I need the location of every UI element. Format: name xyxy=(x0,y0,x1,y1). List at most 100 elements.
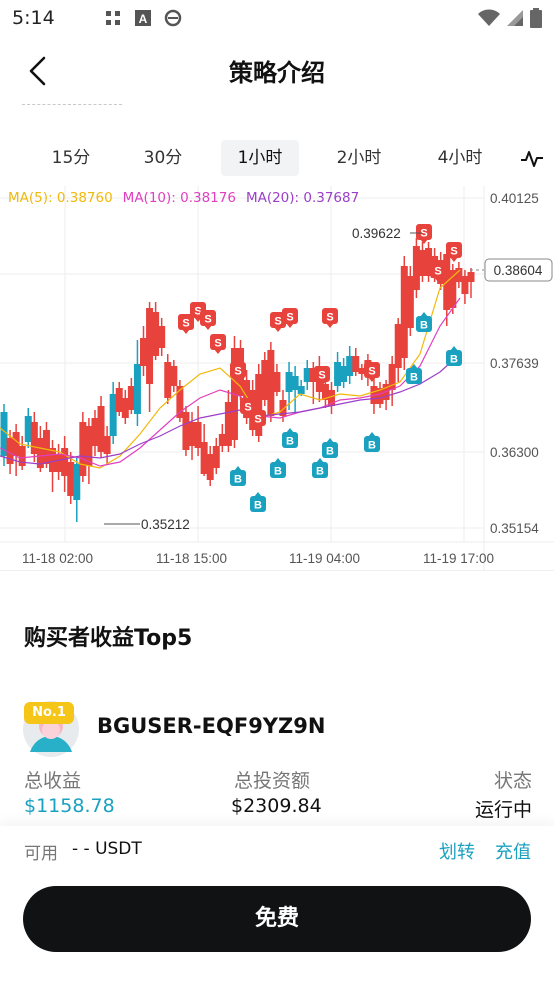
username: BGUSER-EQF9YZ9N xyxy=(97,714,326,738)
tab-15m[interactable]: 15分 xyxy=(40,140,102,176)
svg-text:B: B xyxy=(274,466,282,478)
candle-body xyxy=(73,464,81,500)
candle-body xyxy=(158,326,166,348)
system-icons xyxy=(478,8,542,28)
svg-text:S: S xyxy=(450,246,457,258)
browser-icon xyxy=(164,9,182,27)
buy-marker: B xyxy=(322,438,338,458)
buy-marker: B xyxy=(446,346,462,366)
rank-badge: No.1 xyxy=(24,702,74,724)
candle-body xyxy=(400,266,408,358)
y-tick-label: 0.40125 xyxy=(490,191,539,206)
candle-body xyxy=(303,368,311,382)
y-tick-label: 0.35154 xyxy=(490,521,539,536)
sell-marker: S xyxy=(210,334,226,354)
transfer-link[interactable]: 划转 xyxy=(439,838,475,864)
y-tick-label: 0.37639 xyxy=(490,356,539,371)
section-divider xyxy=(0,570,554,571)
total-profit-label: 总收益 xyxy=(24,770,82,792)
font-icon: A xyxy=(135,10,151,26)
candle-body xyxy=(340,366,348,382)
total-invest-label: 总投资额 xyxy=(234,770,311,792)
candle-body xyxy=(418,250,426,276)
candle-body xyxy=(170,366,178,386)
wifi-icon xyxy=(478,9,500,26)
svg-text:S: S xyxy=(182,318,189,330)
tab-2h[interactable]: 2小时 xyxy=(324,140,394,176)
candle-body xyxy=(109,394,117,436)
notification-icons: A xyxy=(104,9,182,27)
candle-body xyxy=(42,430,50,464)
svg-text:S: S xyxy=(274,316,281,328)
candle-body xyxy=(297,386,305,394)
x-tick-label: 11-19 17:00 xyxy=(423,551,494,566)
candle-body xyxy=(212,446,220,468)
candle-body xyxy=(30,422,38,454)
svg-text:B: B xyxy=(410,372,418,384)
svg-text:B: B xyxy=(450,354,458,366)
total-invest-value: $2309.84 xyxy=(231,795,322,817)
buy-marker: B xyxy=(416,312,432,332)
y-tick-label: 0.36300 xyxy=(490,445,539,460)
ma10-label: MA(10): 0.38176 xyxy=(122,190,236,206)
status-label: 状态 xyxy=(493,770,532,792)
svg-text:S: S xyxy=(368,366,375,378)
status-value: 运行中 xyxy=(474,799,532,821)
svg-text:B: B xyxy=(254,500,262,512)
candle-body xyxy=(394,324,402,368)
nav-bar: 策略介绍 xyxy=(0,40,554,100)
apps-icon xyxy=(106,11,120,25)
candle-body xyxy=(91,418,99,446)
candle-body xyxy=(127,386,135,410)
free-button[interactable]: 免费 xyxy=(23,886,531,952)
candle-body xyxy=(352,356,360,372)
last-price-label: 0.38604 xyxy=(494,263,543,278)
bottom-panel: 可用 - - USDT 划转 充值 免费 xyxy=(0,826,554,984)
candle-body xyxy=(103,436,111,454)
candle-body xyxy=(139,338,147,366)
candle-body xyxy=(285,372,293,392)
section-title: 购买者收益Top5 xyxy=(24,626,193,651)
candle-body xyxy=(224,402,232,446)
candle-body xyxy=(55,454,63,472)
interval-tabs: 15分 30分 1小时 2小时 4小时 xyxy=(0,140,554,176)
tab-4h[interactable]: 4小时 xyxy=(425,140,495,176)
status-bar: 5:14 A xyxy=(0,0,554,38)
candle-body xyxy=(200,442,208,474)
candle-body xyxy=(164,362,172,398)
page-title: 策略介绍 xyxy=(229,59,325,87)
svg-text:B: B xyxy=(316,466,324,478)
buy-marker: B xyxy=(364,432,380,452)
candle-body xyxy=(121,398,129,418)
svg-text:B: B xyxy=(420,320,428,332)
svg-text:B: B xyxy=(234,474,242,486)
candle-body xyxy=(291,376,299,390)
tab-30m[interactable]: 30分 xyxy=(132,140,194,176)
top-user-row: No.1 BGUSER-EQF9YZ9N xyxy=(22,700,542,760)
deposit-link[interactable]: 充值 xyxy=(495,838,531,864)
candle-body xyxy=(115,388,123,412)
buy-marker: B xyxy=(282,428,298,448)
candle-body xyxy=(67,462,75,496)
buy-marker: B xyxy=(250,492,266,512)
available-label: 可用 xyxy=(24,844,58,864)
tab-1h[interactable]: 1小时 xyxy=(221,140,299,176)
svg-text:S: S xyxy=(234,366,241,378)
user-stats: 总收益 $1158.78 总投资额 $2309.84 状态 运行中 xyxy=(24,766,532,826)
signal-icon xyxy=(507,10,523,26)
high-price-label: 0.39622 xyxy=(352,226,401,241)
status-time: 5:14 xyxy=(12,7,55,29)
indicator-icon[interactable] xyxy=(519,146,545,172)
candle-body xyxy=(12,432,20,456)
candle-body xyxy=(467,272,475,282)
candle-body xyxy=(346,356,354,376)
sell-marker: S xyxy=(364,362,380,382)
candle-body xyxy=(455,268,463,282)
buy-marker: B xyxy=(312,458,328,478)
x-tick-label: 11-18 15:00 xyxy=(156,551,227,566)
x-tick-label: 11-18 02:00 xyxy=(22,551,93,566)
sell-marker: S xyxy=(322,308,338,328)
candle-body xyxy=(182,412,190,450)
candle-body xyxy=(273,372,281,392)
svg-text:S: S xyxy=(204,314,211,326)
